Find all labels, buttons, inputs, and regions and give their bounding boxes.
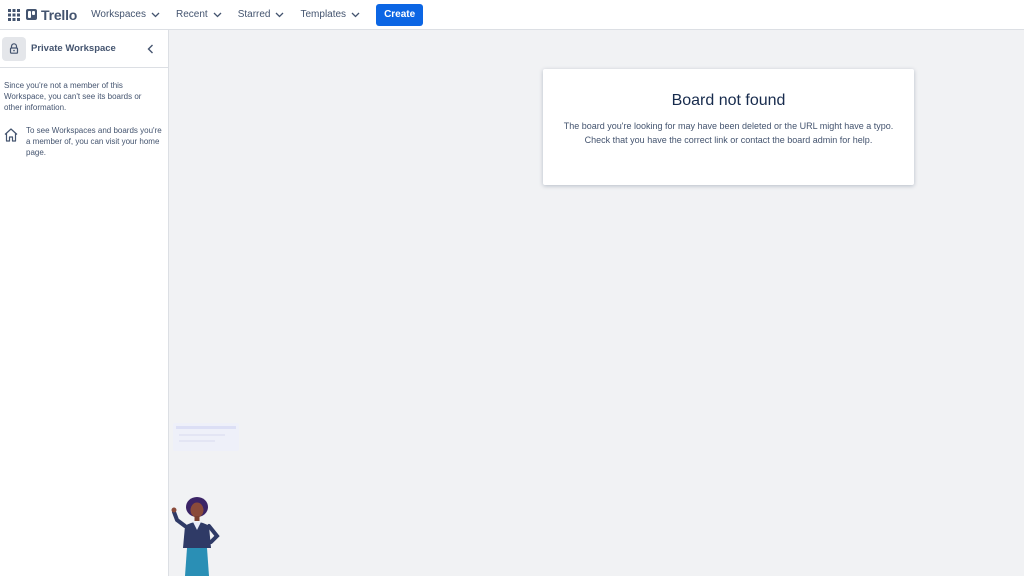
nav-starred-dropdown[interactable]: Starred — [232, 3, 291, 27]
chevron-left-icon — [147, 44, 153, 54]
nav-label: Templates — [300, 9, 347, 20]
main-content: Board not found The board you're looking… — [169, 30, 1024, 576]
lock-icon — [9, 43, 19, 54]
error-message: The board you're looking for may have be… — [563, 121, 894, 145]
trello-logo[interactable]: Trello — [26, 7, 77, 23]
app-switcher-button[interactable] — [4, 5, 24, 25]
sidebar: Private Workspace Since you're not a mem… — [0, 30, 169, 576]
nav-label: Recent — [176, 9, 208, 20]
workspace-header: Private Workspace — [0, 30, 168, 68]
collapse-sidebar-button[interactable] — [144, 43, 156, 55]
person-illustration — [171, 497, 220, 576]
chevron-down-icon — [213, 12, 222, 18]
home-page-hint-text: To see Workspaces and boards you're a me… — [26, 126, 162, 157]
home-page-hint: To see Workspaces and boards you're a me… — [3, 125, 165, 158]
illustration-bar — [176, 426, 236, 429]
home-icon[interactable] — [3, 127, 19, 143]
nav-label: Workspaces — [91, 9, 146, 20]
top-navigation-bar: Trello Workspaces Recent Starred Templat… — [0, 0, 1024, 30]
illustration-line — [179, 440, 215, 442]
logo-text: Trello — [41, 6, 78, 23]
nav-recent-dropdown[interactable]: Recent — [170, 3, 228, 27]
nav-templates-dropdown[interactable]: Templates — [294, 3, 366, 27]
chevron-down-icon — [275, 12, 284, 18]
non-member-note: Since you're not a member of this Worksp… — [4, 81, 142, 112]
grid-icon — [8, 8, 20, 21]
chevron-down-icon — [351, 12, 360, 18]
workspace-title: Private Workspace — [31, 43, 116, 54]
illustration-line — [179, 434, 225, 436]
trello-logo-icon — [26, 9, 37, 20]
chevron-down-icon — [151, 12, 160, 18]
page-title: Board not found — [671, 92, 786, 109]
create-button[interactable]: Create — [376, 3, 424, 26]
nav-workspaces-dropdown[interactable]: Workspaces — [85, 3, 166, 27]
nav-label: Starred — [237, 9, 271, 20]
board-not-found-card: Board not found The board you're looking… — [543, 69, 914, 185]
workspace-avatar — [2, 36, 26, 61]
decorative-board-illustration — [173, 423, 239, 451]
